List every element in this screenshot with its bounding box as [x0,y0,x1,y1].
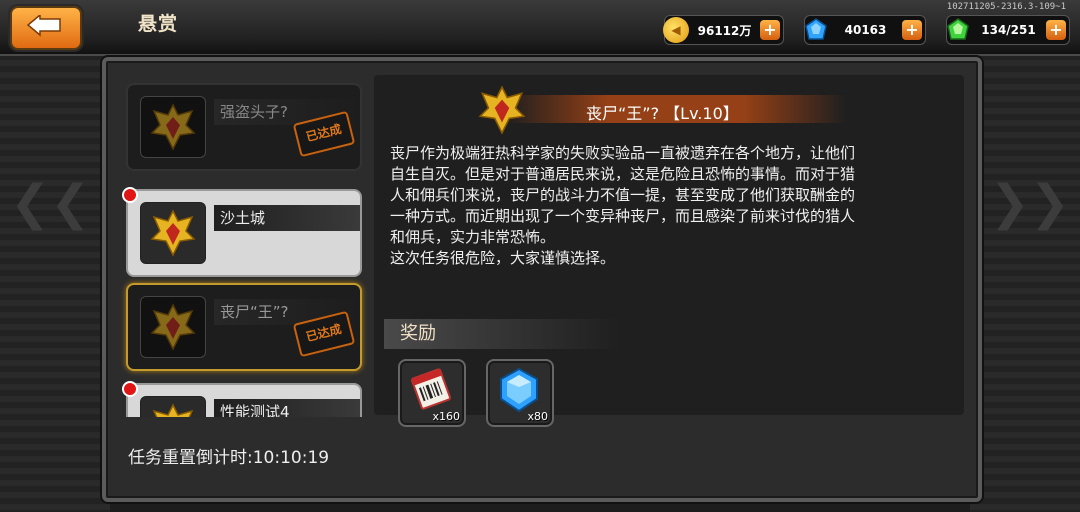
reward-label: 奖励 [384,319,620,349]
right-wall-panel [970,0,1080,512]
bounty-emblem-icon [478,85,526,135]
green-gem-icon [945,17,971,43]
description-line: 自生自灭。但是对于普通居民来说，这是危险且恐怖的事情。而对于猎 [390,165,856,183]
quest-item[interactable]: 沙土城 [126,189,362,277]
quest-name: 性能测试4 [214,399,360,417]
description-line: 和佣兵，实力非常恐怖。 [390,228,556,246]
detail-title: 丧尸“王”? 【Lv.10】 [586,104,739,123]
add-stamina-button[interactable]: + [1046,20,1066,40]
reward-quantity: x80 [527,410,548,423]
quest-list[interactable]: 强盗头子? 已达成 沙土城 丧尸“王”? 已达成 性能测试4 [120,77,368,417]
description-line: 一种方式。而近期出现了一个变异种丧尸，而且感染了前来讨伐的猎人 [390,207,856,225]
back-button[interactable] [10,6,82,50]
gem-counter: 40163 + [804,15,926,45]
gem-value: 40163 [844,23,887,37]
notification-dot [122,381,138,397]
top-bar: 悬赏 102711205-2316.3-109~1 ◀ 96112万 + 401… [0,0,1080,56]
description-line: 人和佣兵们来说，丧尸的战斗力不值一提，甚至变成了他们获取酬金的 [390,186,856,204]
left-wall-panel [0,0,110,512]
bounty-emblem-icon [140,296,206,358]
gold-counter: ◀ 96112万 + [663,15,784,45]
quest-description: 丧尸作为极端狂热科学家的失败实验品一直被遗弃在各个地方，让他们 自生自灭。但是对… [390,143,950,269]
right-chevron-icon: ❯❯ [989,175,1070,231]
reward-item[interactable]: x160 [398,359,466,427]
stamina-counter: 134/251 + [946,15,1070,45]
add-gold-button[interactable]: + [760,20,780,40]
gold-coin-icon: ◀ [663,17,689,43]
bounty-emblem-icon [140,96,206,158]
return-arrow-icon [26,15,61,37]
reset-countdown: 任务重置倒计时:10:10:19 [128,448,330,468]
add-gem-button[interactable]: + [902,20,922,40]
blue-crystal-icon [500,367,538,413]
page-title: 悬赏 [138,13,179,35]
quest-name: 沙土城 [214,205,360,231]
notification-dot [122,187,138,203]
bounty-emblem-icon [140,396,206,417]
build-id: 102711205-2316.3-109~1 [946,2,1066,12]
ticket-scroll-icon [410,368,452,410]
bounty-panel: 强盗头子? 已达成 沙土城 丧尸“王”? 已达成 性能测试4 任务重置倒计时:1… [102,57,982,502]
description-line: 这次任务很危险，大家谨慎选择。 [390,249,616,267]
detail-header: 丧尸“王”? 【Lv.10】 [476,85,846,135]
bounty-emblem-icon [140,202,206,264]
description-line: 丧尸作为极端狂热科学家的失败实验品一直被遗弃在各个地方，让他们 [390,144,856,162]
quest-item[interactable]: 强盗头子? 已达成 [126,83,362,171]
quest-item-selected[interactable]: 丧尸“王”? 已达成 [126,283,362,371]
stamina-value: 134/251 [981,23,1036,37]
blue-gem-icon [803,17,829,43]
reward-item[interactable]: x80 [486,359,554,427]
quest-item[interactable]: 性能测试4 [126,383,362,417]
quest-detail-panel: 丧尸“王”? 【Lv.10】 丧尸作为极端狂热科学家的失败实验品一直被遗弃在各个… [374,75,964,427]
reward-quantity: x160 [432,410,460,423]
gold-value: 96112万 [697,23,752,38]
left-chevron-icon: ❮❮ [10,175,91,231]
